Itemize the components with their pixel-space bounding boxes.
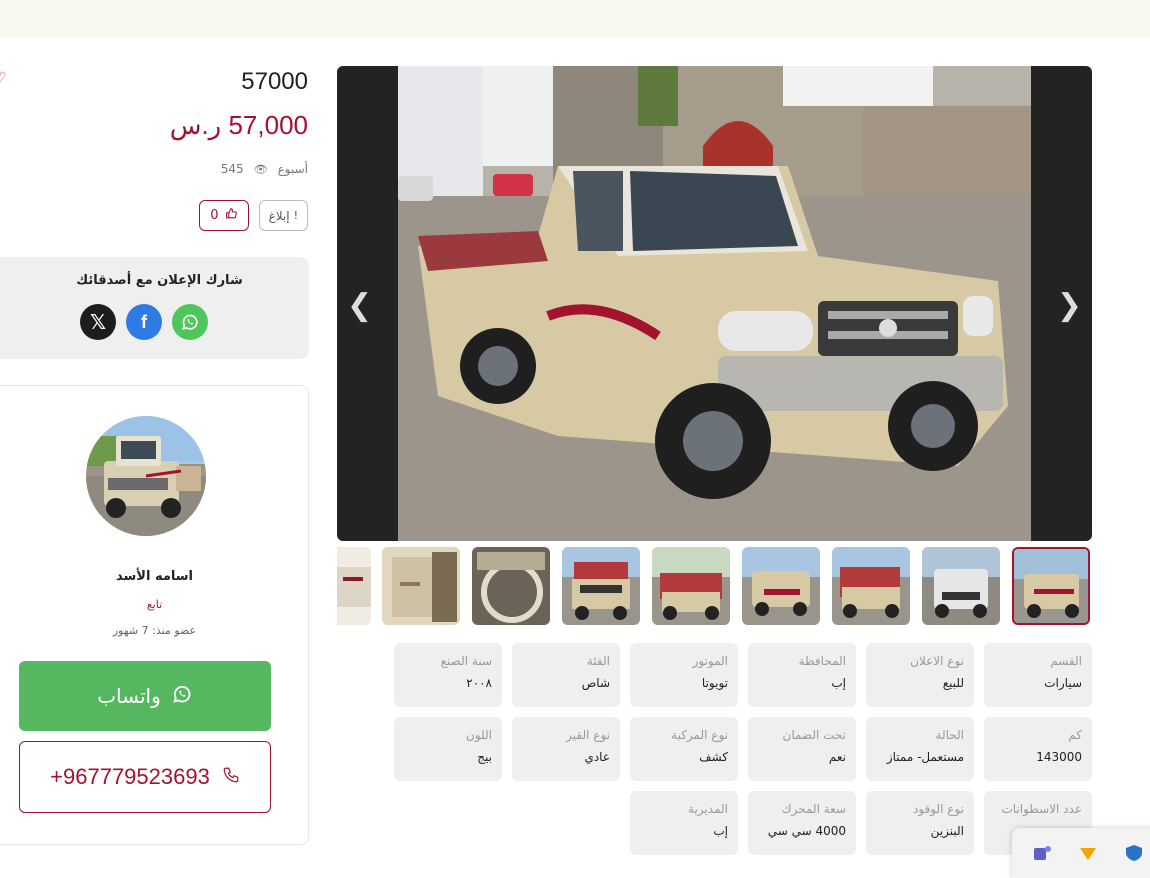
seller-card: اسامه الأسد تابع عضو منذ: 7 شهور واتساب …	[0, 385, 309, 845]
spec-card: الموتور تويوتا	[630, 643, 738, 707]
seller-name[interactable]: اسامه الأسد	[0, 569, 308, 584]
spec-label: تحت الضمان	[782, 728, 847, 742]
spec-label: كم	[1068, 728, 1082, 742]
price-formatted: 57,000 ر.س	[169, 110, 308, 140]
spec-label: سنة الصنع	[440, 654, 492, 668]
gallery-prev-icon[interactable]: ❮	[347, 288, 372, 323]
spec-card: تحت الضمان نعم	[748, 717, 856, 781]
x-twitter-icon[interactable]: 𝕏	[80, 304, 116, 340]
spec-value: 4000 سي سي	[767, 824, 846, 838]
spec-card: نوع المركبة كشف	[630, 717, 738, 781]
report-label: إبلاغ	[268, 208, 290, 223]
spec-value: مستعمل- ممتاز	[886, 750, 964, 764]
spec-card: كم 143000	[984, 717, 1092, 781]
spec-label: الموتور	[692, 654, 728, 668]
spec-value: 143000	[1036, 750, 1082, 764]
spec-card: سعة المحرك 4000 سي سي	[748, 791, 856, 855]
share-icons: 𝕏 f	[80, 304, 208, 340]
teams-icon[interactable]	[1032, 844, 1052, 862]
photo-gallery: ❮ ❯	[337, 66, 1092, 541]
spec-card: نوع القير عادي	[512, 717, 620, 781]
spec-label: عدد الاسطوانات	[1001, 802, 1082, 816]
phone-icon	[222, 764, 240, 790]
spec-card: الفئة شاص	[512, 643, 620, 707]
spec-value: نعم	[828, 750, 846, 764]
seller-role: تابع	[146, 598, 163, 611]
spec-card: اللون بيج	[394, 717, 502, 781]
spec-value: البنزين	[930, 824, 964, 838]
facebook-icon[interactable]: f	[126, 304, 162, 340]
member-since: عضو منذ: 7 شهور	[112, 624, 197, 637]
spec-label: نوع القير	[566, 728, 610, 742]
price-plain: 57000	[241, 68, 308, 95]
share-panel: شارك الإعلان مع أصدقائك 𝕏 f	[0, 257, 309, 359]
share-title: شارك الإعلان مع أصدقائك	[76, 273, 243, 288]
thumbnail[interactable]	[652, 547, 730, 625]
whatsapp-share-icon[interactable]	[172, 304, 208, 340]
whatsapp-contact-button[interactable]: واتساب	[19, 661, 271, 731]
spec-label: المديرية	[688, 802, 728, 816]
spec-value: كشف	[699, 750, 728, 764]
listing-actions: ! إبلاغ 0	[199, 200, 308, 231]
spec-label: نوع الاعلان	[910, 654, 964, 668]
spec-value: إب	[713, 824, 728, 838]
vlc-icon[interactable]	[1078, 844, 1098, 862]
spec-label: اللون	[466, 728, 492, 742]
spec-value: تويوتا	[701, 676, 728, 690]
view-count: 545	[220, 162, 244, 176]
security-shield-icon[interactable]	[1124, 844, 1144, 862]
report-button[interactable]: ! إبلاغ	[258, 200, 308, 231]
thumbnail[interactable]	[1012, 547, 1090, 625]
spec-label: القسم	[1050, 654, 1082, 668]
eye-icon: 👁	[253, 162, 268, 176]
spec-label: الفئة	[586, 654, 610, 668]
thumbnail[interactable]	[922, 547, 1000, 625]
posted-time: أسبوع	[277, 162, 308, 176]
thumbnail[interactable]	[562, 547, 640, 625]
spec-card: سنة الصنع ٢٠٠٨	[394, 643, 502, 707]
phone-number: +967779523693	[50, 764, 210, 789]
spec-label: المحافظة	[798, 654, 846, 668]
spec-label: سعة المحرك	[781, 802, 846, 816]
spec-card: المحافظة إب	[748, 643, 856, 707]
spec-value: سيارات	[1044, 676, 1082, 690]
thumbnail[interactable]	[832, 547, 910, 625]
spec-label: الحالة	[935, 728, 964, 742]
like-button[interactable]: 0	[199, 200, 249, 231]
spec-value: بيج	[477, 750, 492, 764]
spec-value: ٢٠٠٨	[466, 676, 492, 690]
thumbs-up-icon	[225, 207, 238, 224]
whatsapp-icon	[171, 683, 193, 710]
spec-label: نوع المركبة	[671, 728, 728, 742]
spec-card: نوع الوقود البنزين	[866, 791, 974, 855]
seller-avatar[interactable]	[86, 416, 206, 536]
main-photo[interactable]	[398, 66, 1031, 541]
spec-card: المديرية إب	[630, 791, 738, 855]
spec-value: للبيع	[942, 676, 964, 690]
thumbnail[interactable]	[382, 547, 460, 625]
favorite-heart-icon[interactable]: ♡	[0, 70, 7, 86]
listing-meta: أسبوع 👁 545	[221, 162, 308, 176]
like-count: 0	[210, 208, 219, 223]
spec-value: شاص	[581, 676, 610, 690]
gallery-next-icon[interactable]: ❯	[1057, 288, 1082, 323]
thumbnail[interactable]	[337, 547, 371, 625]
thumbnail-strip	[337, 547, 1092, 627]
whatsapp-label: واتساب	[97, 684, 161, 708]
spec-card: القسم سيارات	[984, 643, 1092, 707]
phone-contact-button[interactable]: +967779523693	[19, 741, 271, 813]
spec-value: إب	[831, 676, 846, 690]
spec-card: نوع الاعلان للبيع	[866, 643, 974, 707]
flag-icon: !	[293, 209, 298, 222]
top-banner	[0, 0, 1150, 37]
thumbnail[interactable]	[472, 547, 550, 625]
spec-label: نوع الوقود	[913, 802, 964, 816]
spec-value: عادي	[584, 750, 610, 764]
thumbnail[interactable]	[742, 547, 820, 625]
spec-card: الحالة مستعمل- ممتاز	[866, 717, 974, 781]
